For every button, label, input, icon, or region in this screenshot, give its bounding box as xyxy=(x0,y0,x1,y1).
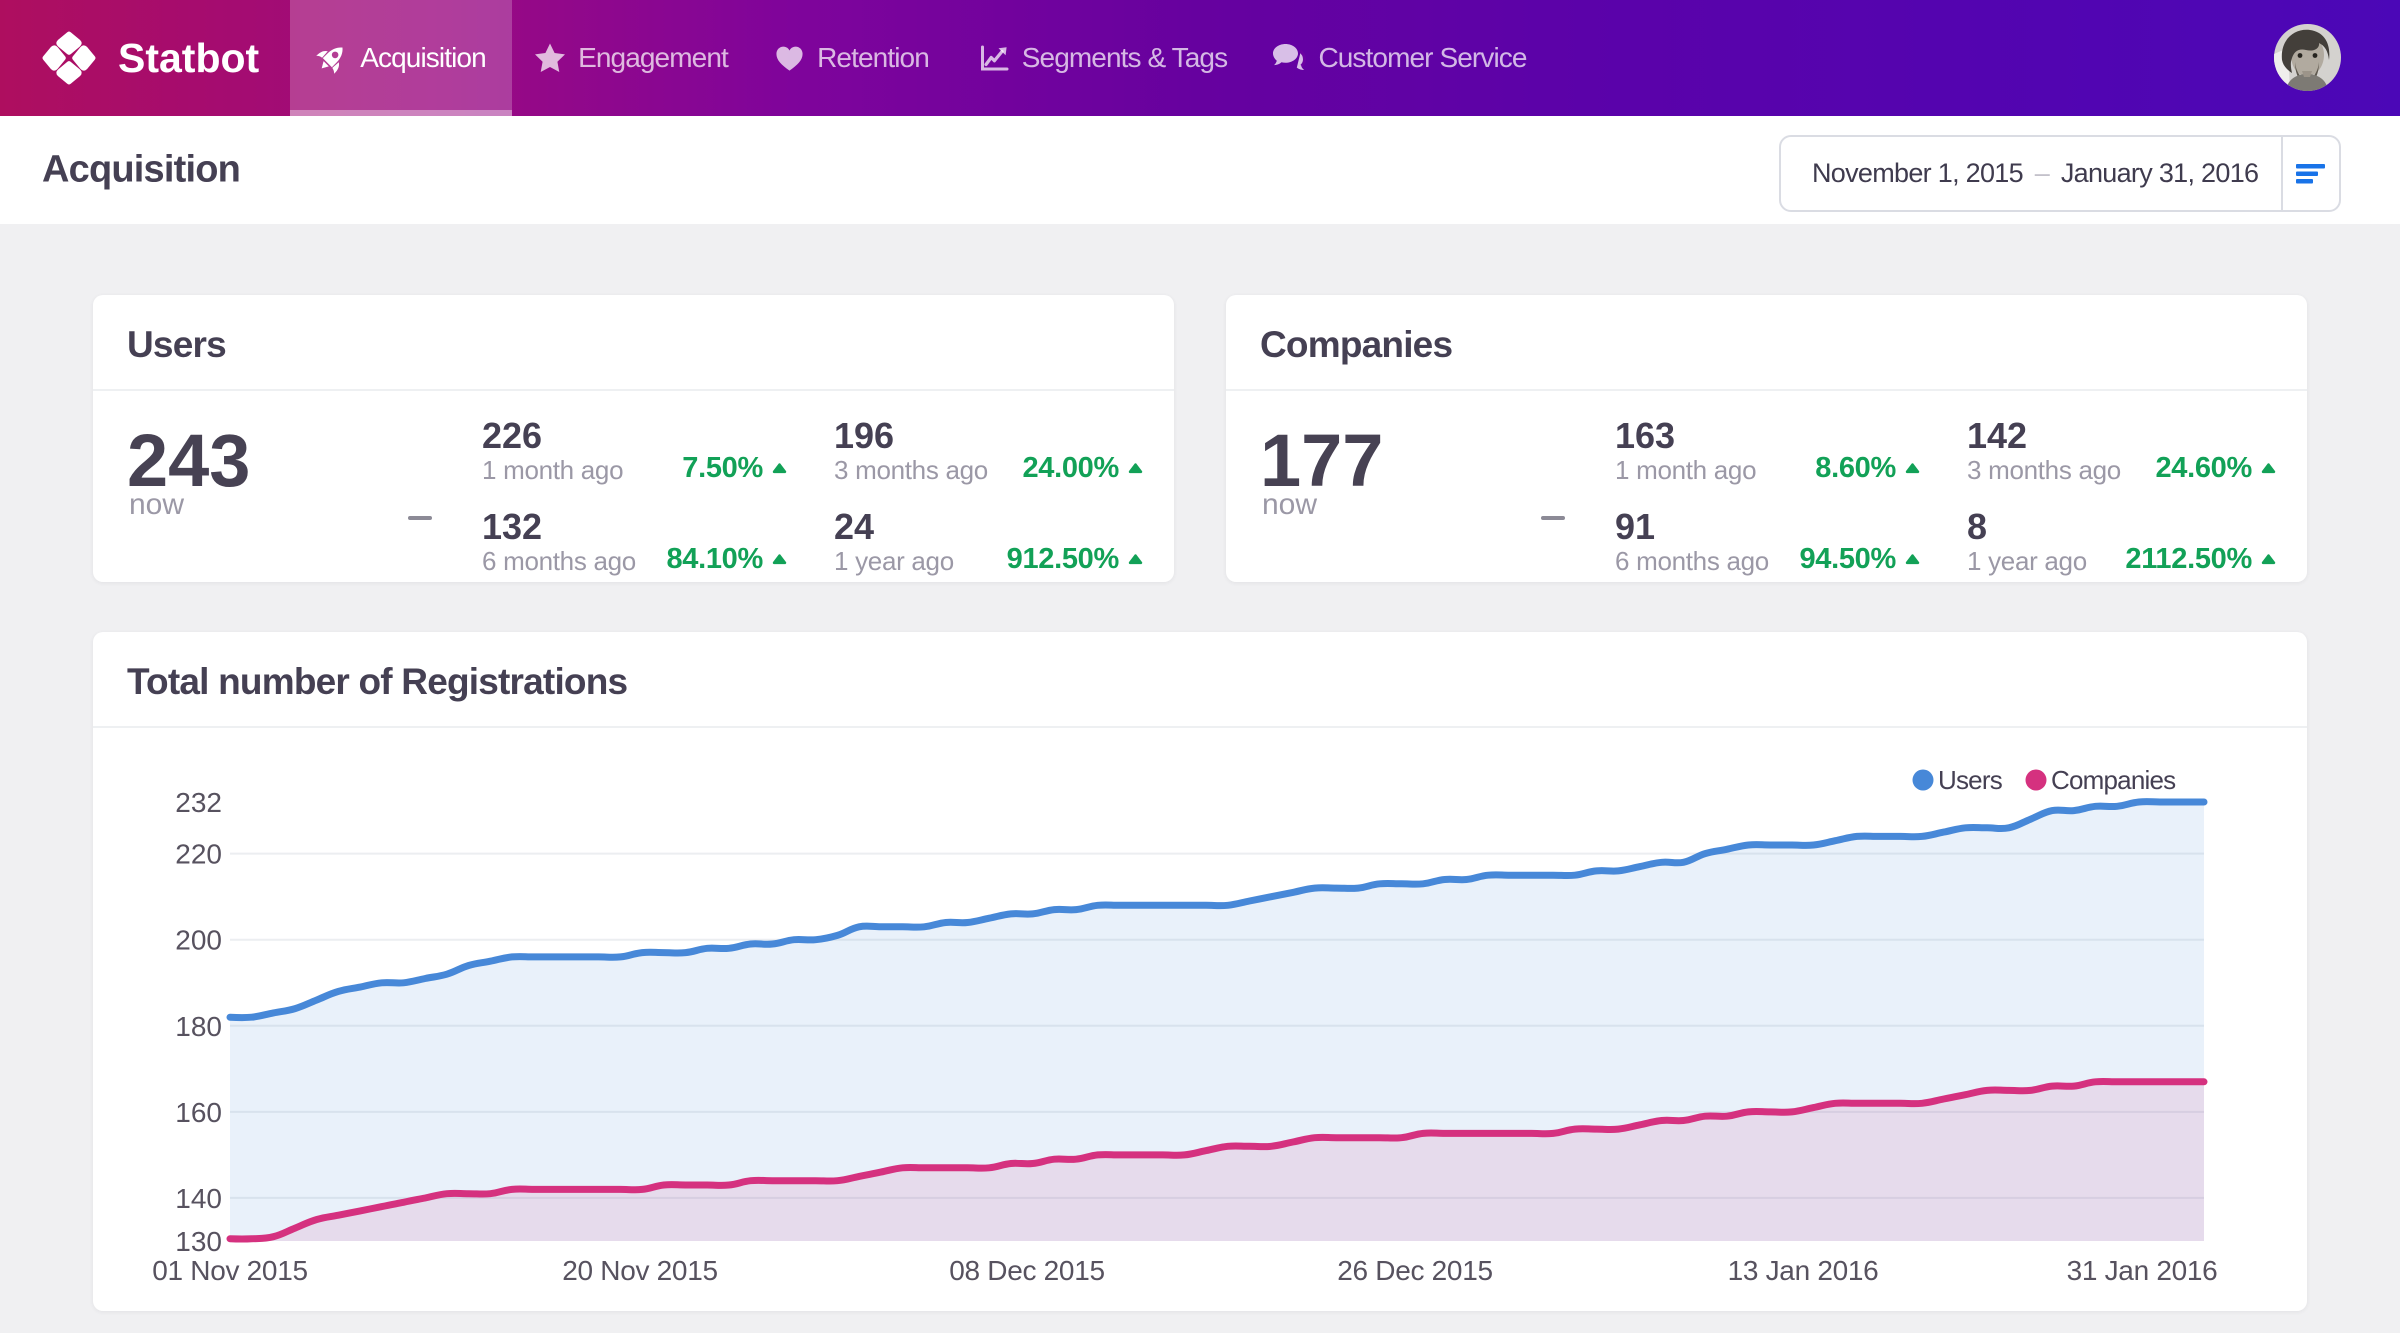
svg-text:Users: Users xyxy=(1938,765,2003,795)
svg-text:01 Nov 2015: 01 Nov 2015 xyxy=(152,1255,308,1286)
svg-text:180: 180 xyxy=(175,1011,222,1042)
svg-text:Companies: Companies xyxy=(2051,765,2176,795)
svg-text:13 Jan 2016: 13 Jan 2016 xyxy=(1728,1255,1879,1286)
svg-text:140: 140 xyxy=(175,1183,222,1214)
svg-text:220: 220 xyxy=(175,839,222,870)
svg-text:200: 200 xyxy=(175,925,222,956)
svg-text:232: 232 xyxy=(175,787,222,818)
svg-text:08 Dec 2015: 08 Dec 2015 xyxy=(949,1255,1105,1286)
svg-text:130: 130 xyxy=(175,1226,222,1257)
svg-text:26 Dec 2015: 26 Dec 2015 xyxy=(1337,1255,1493,1286)
svg-text:31 Jan 2016: 31 Jan 2016 xyxy=(2067,1255,2218,1286)
svg-text:20 Nov 2015: 20 Nov 2015 xyxy=(562,1255,718,1286)
svg-text:160: 160 xyxy=(175,1097,222,1128)
